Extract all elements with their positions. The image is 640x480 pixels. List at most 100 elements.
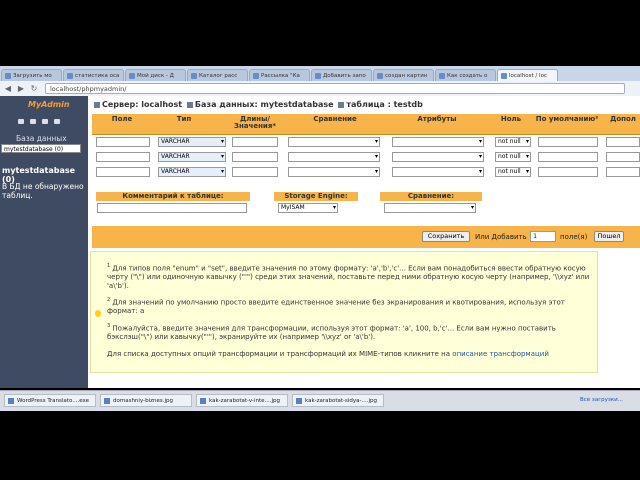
header-attributes: Атрибуты — [417, 115, 457, 123]
column-row: VARCHAR not null — [92, 151, 640, 165]
field-name-input[interactable] — [96, 137, 150, 147]
browser-tab[interactable]: Загрузить мо — [1, 69, 62, 81]
header-length: Длины/ Значения* — [234, 115, 276, 130]
info-note-3: 3 Пожалуйста, введите значения для транс… — [107, 323, 556, 342]
reload-icon[interactable]: ↻ — [29, 84, 39, 93]
table-icon — [338, 101, 345, 108]
download-item[interactable]: kak-zarabotat-v-inte....jpg — [196, 394, 288, 407]
header-collation: Сравнение — [313, 115, 357, 123]
type-select[interactable]: VARCHAR — [158, 152, 226, 162]
storage-engine-header: Storage Engine: — [274, 192, 358, 201]
browser-tab[interactable]: Как создать о — [435, 69, 496, 81]
length-input[interactable] — [232, 167, 278, 177]
downloads-bar: WordPress Translato....exe domashniy-biz… — [0, 390, 640, 411]
type-select[interactable]: VARCHAR — [158, 167, 226, 177]
go-button[interactable]: Пошел — [594, 231, 624, 242]
null-select[interactable]: not null — [495, 152, 531, 162]
length-input[interactable] — [232, 152, 278, 162]
table-comment-input[interactable] — [97, 203, 247, 213]
null-select[interactable]: not null — [495, 167, 531, 177]
browser-tab[interactable]: создан картин — [373, 69, 434, 81]
docs-icon[interactable] — [42, 119, 48, 124]
storage-engine-select[interactable]: MyISAM — [278, 203, 338, 213]
favicon-icon — [501, 72, 507, 79]
null-select[interactable]: not null — [495, 137, 531, 147]
favicon-icon — [191, 72, 197, 79]
browser-tab[interactable]: Добавить запо — [311, 69, 372, 81]
breadcrumb-table[interactable]: таблица : testdb — [346, 100, 422, 109]
download-item[interactable]: domashniy-biznes.jpg — [100, 394, 192, 407]
favicon-icon — [129, 72, 135, 79]
transformation-description-link[interactable]: описание трансформаций — [452, 350, 549, 358]
type-select[interactable]: VARCHAR — [158, 137, 226, 147]
browser-tab[interactable]: статистика оса — [63, 69, 124, 81]
favicon-icon — [315, 72, 321, 79]
column-row: VARCHAR not null — [92, 136, 640, 150]
download-item[interactable]: kak-zarabotat-sidya-....jpg — [292, 394, 384, 407]
url-input[interactable]: localhost/phpmyadmin/ — [45, 83, 625, 94]
info-box: 1 Для типов поля "enum" и "set", введите… — [90, 251, 598, 373]
length-input[interactable] — [232, 137, 278, 147]
forward-arrow-icon[interactable]: ▶ — [16, 84, 26, 93]
default-input[interactable] — [538, 152, 598, 162]
column-row: VARCHAR not null — [92, 166, 640, 180]
default-input[interactable] — [538, 167, 598, 177]
breadcrumb: Сервер: localhost База данных: mytestdat… — [92, 100, 423, 109]
save-button[interactable]: Сохранить — [422, 231, 470, 242]
sidebar-icon-row — [18, 119, 60, 124]
info-note-1: 1 Для типов поля "enum" и "set", введите… — [107, 263, 590, 291]
info-note-4: Для списка доступных опций трансформации… — [107, 350, 549, 358]
extra-select[interactable] — [606, 152, 640, 162]
extra-select[interactable] — [606, 137, 640, 147]
browser-tab[interactable]: Мой диск - Д — [125, 69, 186, 81]
action-bar: Сохранить Или Добавить 1 поле(я) Пошел — [92, 226, 640, 248]
help-icon[interactable] — [54, 119, 60, 124]
main-content: Сервер: localhost База данных: mytestdat… — [88, 96, 640, 388]
no-tables-message: В БД не обнаружено таблиц. — [2, 182, 84, 200]
header-type: Тип — [176, 115, 192, 123]
breadcrumb-database[interactable]: База данных: mytestdatabase — [195, 100, 334, 109]
header-default: По умолчанию² — [535, 115, 599, 123]
home-icon[interactable] — [18, 119, 24, 124]
table-collation-select[interactable] — [384, 203, 476, 213]
extra-select[interactable] — [606, 167, 640, 177]
browser-tab-strip: Загрузить мо статистика оса Мой диск - Д… — [0, 66, 640, 81]
add-fields-count-input[interactable]: 1 — [530, 231, 556, 242]
address-bar: ◀ ▶ ↻ localhost/phpmyadmin/ — [0, 81, 640, 97]
header-null: Ноль — [500, 115, 522, 123]
favicon-icon — [439, 72, 445, 79]
collation-select[interactable] — [288, 152, 380, 162]
phpmyadmin-logo: MyAdmin — [28, 100, 70, 109]
sql-icon[interactable] — [30, 119, 36, 124]
field-name-input[interactable] — [96, 152, 150, 162]
browser-tab[interactable]: Рассылка "Ка — [249, 69, 310, 81]
header-extra: Допол — [610, 115, 636, 123]
browser-tab-active[interactable]: localhost / loc — [497, 69, 558, 81]
collation-select[interactable] — [288, 167, 380, 177]
server-icon — [94, 101, 100, 108]
default-input[interactable] — [538, 137, 598, 147]
field-name-input[interactable] — [96, 167, 150, 177]
collation-select[interactable] — [288, 137, 380, 147]
back-arrow-icon[interactable]: ◀ — [3, 84, 13, 93]
header-field: Поле — [111, 115, 133, 123]
comment-header: Комментарий к таблице: — [96, 192, 250, 201]
attributes-select[interactable] — [392, 137, 484, 147]
download-item[interactable]: WordPress Translato....exe — [4, 394, 96, 407]
collation-header: Сравнение: — [380, 192, 482, 201]
attributes-select[interactable] — [392, 152, 484, 162]
favicon-icon — [253, 72, 259, 79]
or-add-label: Или Добавить — [475, 233, 527, 241]
database-select[interactable]: mytestdatabase (0) — [1, 144, 81, 153]
favicon-icon — [5, 72, 11, 79]
database-icon — [186, 101, 193, 108]
all-downloads-link[interactable]: Все загрузки... — [580, 397, 623, 403]
lightbulb-icon — [95, 310, 101, 317]
info-note-2: 2 Для значений по умолчанию просто введи… — [107, 297, 565, 316]
sidebar: MyAdmin База данных mytestdatabase (0) m… — [0, 96, 88, 388]
attributes-select[interactable] — [392, 167, 484, 177]
favicon-icon — [67, 72, 73, 79]
fields-label: поле(я) — [560, 233, 588, 241]
browser-tab[interactable]: Каталог расс — [187, 69, 248, 81]
breadcrumb-server[interactable]: Сервер: localhost — [102, 100, 182, 109]
